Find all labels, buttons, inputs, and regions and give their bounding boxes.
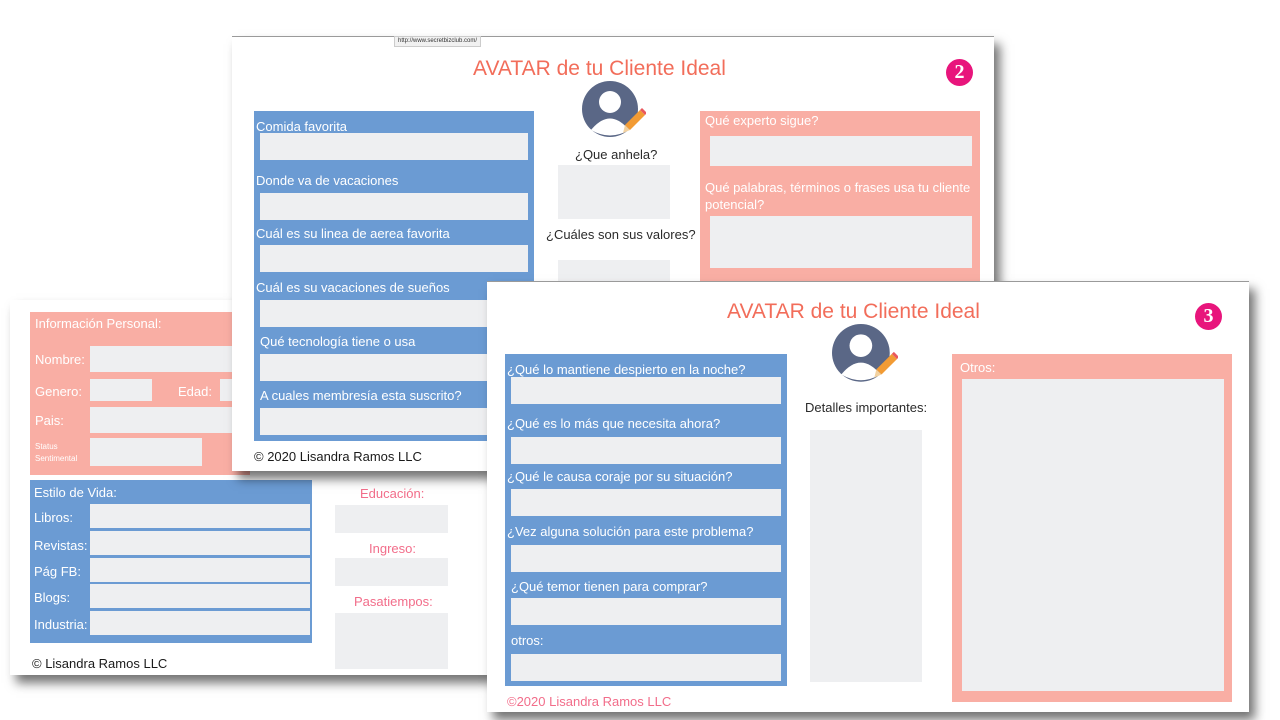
pasatiempos-label: Pasatiempos: [354, 594, 433, 609]
otros-label: Otros: [960, 360, 996, 375]
page-title: AVATAR de tu Cliente Ideal [473, 57, 726, 80]
user-avatar-icon [832, 324, 898, 382]
vacaciones-field[interactable] [260, 193, 528, 220]
personal-info-panel: Información Personal: Nombre: Genero: Ed… [30, 312, 250, 475]
tecnologia-label: Qué tecnología tiene o usa [260, 334, 416, 349]
comida-field[interactable] [260, 133, 528, 160]
pag-fb-label: Pág FB: [34, 564, 81, 579]
vacaciones-label: Donde va de vacaciones [256, 173, 399, 188]
q2-field[interactable] [511, 437, 781, 464]
page-number-badge: 2 [946, 59, 973, 86]
q4-label: ¿Vez alguna solución para este problema? [507, 524, 754, 539]
q5-label: ¿Qué temor tienen para comprar? [511, 579, 708, 594]
q4-field[interactable] [511, 545, 781, 572]
pasatiempos-field[interactable] [335, 613, 448, 669]
blogs-label: Blogs: [34, 590, 71, 605]
page-number-badge: 3 [1195, 303, 1222, 330]
otros-field[interactable] [962, 379, 1224, 691]
industria-label: Industria: [34, 617, 88, 632]
nombre-field[interactable] [90, 346, 250, 372]
worksheet-page-3: AVATAR de tu Cliente Ideal 3 ¿Qué lo man… [487, 281, 1249, 712]
genero-field[interactable] [90, 379, 152, 401]
ingreso-field[interactable] [335, 558, 448, 586]
lifestyle-panel: Estilo de Vida: Libros: Revistas: Pág FB… [30, 480, 312, 643]
pais-label: Pais: [35, 413, 64, 428]
blogs-field[interactable] [90, 584, 310, 608]
revistas-label: Revistas: [34, 538, 88, 553]
educacion-label: Educación: [360, 486, 425, 501]
libros-label: Libros: [34, 510, 74, 525]
detalles-label: Detalles importantes: [805, 400, 928, 415]
otros-panel: Otros: [952, 354, 1232, 702]
palabras-label: Qué palabras, términos o frases usa tu c… [705, 180, 971, 212]
personal-info-label: Información Personal: [35, 316, 162, 331]
linea-aerea-label: Cuál es su linea de aerea favorita [256, 226, 450, 241]
expert-panel: Qué experto sigue? Qué palabras, término… [700, 111, 980, 281]
page-title: AVATAR de tu Cliente Ideal [727, 300, 980, 323]
linea-aerea-field[interactable] [260, 245, 528, 272]
ingreso-label: Ingreso: [369, 541, 416, 556]
industria-field[interactable] [90, 611, 310, 635]
lifestyle-label: Estilo de Vida: [34, 485, 117, 500]
educacion-field[interactable] [335, 505, 448, 533]
browser-url: http://www.secretbizclub.com/ [394, 36, 482, 47]
q3-field[interactable] [511, 489, 781, 516]
questions-panel: ¿Qué lo mantiene despierto en la noche? … [505, 354, 787, 686]
footer-copyright: © 2020 Lisandra Ramos LLC [254, 449, 422, 464]
revistas-field[interactable] [90, 531, 310, 555]
q3-label: ¿Qué le causa coraje por su situación? [507, 469, 733, 484]
experto-label: Qué experto sigue? [705, 113, 819, 128]
q1-label: ¿Qué lo mantiene despierto en la noche? [507, 362, 746, 377]
q5-field[interactable] [511, 598, 781, 625]
anhela-label: ¿Que anhela? [575, 147, 658, 162]
palabras-field[interactable] [710, 216, 972, 268]
genero-label: Genero: [35, 384, 82, 399]
pag-fb-field[interactable] [90, 558, 310, 582]
edad-label: Edad: [178, 384, 212, 399]
q1-field[interactable] [511, 377, 781, 404]
comida-label: Comida favorita [256, 119, 348, 134]
user-avatar-icon [582, 81, 646, 137]
experto-field[interactable] [710, 136, 972, 166]
sentimental-label: Sentimental [35, 454, 78, 463]
q6-label: otros: [511, 633, 544, 648]
footer-copyright: ©2020 Lisandra Ramos LLC [507, 694, 672, 709]
vacaciones-suenos-label: Cuál es su vacaciones de sueños [256, 280, 450, 295]
pais-field[interactable] [90, 407, 250, 433]
membresia-label: A cuales membresía esta suscrito? [260, 388, 462, 403]
anhela-field[interactable] [558, 165, 670, 219]
status-label: Status [35, 442, 58, 451]
q6-field[interactable] [511, 654, 781, 681]
status-field[interactable] [90, 438, 202, 466]
footer-copyright: © Lisandra Ramos LLC [32, 656, 168, 671]
nombre-label: Nombre: [35, 352, 85, 367]
q2-label: ¿Qué es lo más que necesita ahora? [507, 416, 721, 431]
detalles-field[interactable] [810, 430, 922, 682]
libros-field[interactable] [90, 504, 310, 528]
valores-label: ¿Cuáles son sus valores? [546, 227, 696, 242]
